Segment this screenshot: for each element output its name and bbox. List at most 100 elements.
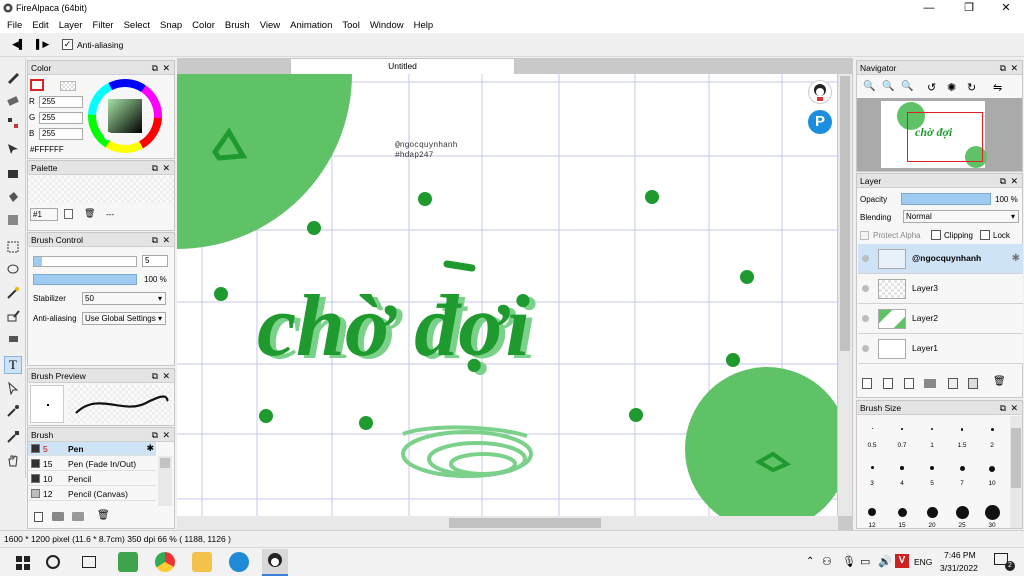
greenshot-app-icon[interactable] bbox=[118, 552, 138, 572]
person-icon[interactable]: ⚇ bbox=[822, 555, 832, 568]
delete-layer-icon[interactable]: 🗑 bbox=[993, 376, 1006, 387]
palette-swatch-area[interactable] bbox=[28, 176, 174, 204]
brush-size-option[interactable]: 30 bbox=[977, 492, 1007, 529]
color-wheel[interactable] bbox=[86, 77, 164, 155]
undock-icon[interactable]: ⧉ bbox=[1000, 61, 1006, 75]
navigator-preview[interactable]: chờ đợi bbox=[857, 98, 1022, 171]
undock-icon[interactable]: ⧉ bbox=[152, 161, 158, 175]
palette-set-select[interactable]: #1 bbox=[30, 208, 58, 221]
language-indicator[interactable]: ENG bbox=[914, 557, 932, 567]
previous-frame-icon[interactable]: ◀▌ bbox=[12, 39, 25, 50]
brush-size-option[interactable]: 0.5 bbox=[857, 416, 887, 452]
bucket-tool-icon[interactable] bbox=[4, 188, 22, 206]
layer-row[interactable]: Layer2 bbox=[858, 304, 1023, 334]
firealpaca-taskbar-icon[interactable] bbox=[262, 549, 288, 576]
menu-animation[interactable]: Animation bbox=[285, 20, 337, 31]
close-panel-icon[interactable]: ✕ bbox=[162, 61, 170, 75]
protect-alpha-checkbox[interactable] bbox=[860, 231, 869, 240]
zoom-in-icon[interactable]: 🔍 bbox=[863, 81, 875, 92]
lasso-tool-icon[interactable] bbox=[4, 261, 22, 279]
brush-size-option[interactable]: 3 bbox=[857, 454, 887, 490]
chrome-icon[interactable] bbox=[155, 552, 175, 572]
brush-item-pen-fade[interactable]: 15 Pen (Fade In/Out) bbox=[28, 457, 156, 471]
r-input[interactable]: 255 bbox=[39, 96, 83, 108]
folder-icon[interactable] bbox=[52, 512, 64, 521]
brush-item-pencil-canvas[interactable]: 12 Pencil (Canvas) bbox=[28, 487, 156, 501]
undock-icon[interactable]: ⧉ bbox=[152, 233, 158, 247]
menu-snap[interactable]: Snap bbox=[155, 20, 187, 31]
brush-item-pen[interactable]: 5 Pen ✱ bbox=[28, 442, 156, 456]
menu-layer[interactable]: Layer bbox=[54, 20, 88, 31]
zoom-reset-icon[interactable]: 🔍 bbox=[901, 81, 913, 92]
brush-size-option[interactable]: 7 bbox=[947, 454, 977, 490]
gear-icon[interactable]: ✱ bbox=[1012, 253, 1020, 264]
brush-size-option[interactable]: 12 bbox=[857, 492, 887, 529]
menu-view[interactable]: View bbox=[255, 20, 285, 31]
close-panel-icon[interactable]: ✕ bbox=[162, 233, 170, 247]
menu-brush[interactable]: Brush bbox=[220, 20, 255, 31]
stabilizer-select[interactable]: 50 ▾ bbox=[82, 292, 166, 305]
brush-size-option[interactable]: 2 bbox=[977, 416, 1007, 452]
network-icon[interactable]: ▭ bbox=[860, 555, 870, 568]
search-icon[interactable] bbox=[46, 555, 60, 569]
layer-row[interactable]: Layer3 bbox=[858, 274, 1023, 304]
new-brush-icon[interactable] bbox=[34, 512, 43, 522]
clock-date[interactable]: 3/31/2022 bbox=[940, 563, 978, 573]
eye-icon[interactable] bbox=[862, 315, 869, 322]
minimize-button[interactable]: — bbox=[910, 0, 948, 17]
task-view-icon[interactable] bbox=[82, 556, 96, 568]
rotate-left-icon[interactable]: ↺ bbox=[927, 81, 936, 94]
next-frame-icon[interactable]: ▌▶ bbox=[36, 39, 49, 50]
antialiasing-checkbox[interactable]: ✓ bbox=[62, 39, 73, 50]
close-panel-icon[interactable]: ✕ bbox=[1010, 401, 1018, 415]
undock-icon[interactable]: ⧉ bbox=[1000, 174, 1006, 188]
brush-antialias-select[interactable]: Use Global Settings ▾ bbox=[82, 312, 166, 325]
menu-filter[interactable]: Filter bbox=[87, 20, 118, 31]
new-folder-icon[interactable] bbox=[924, 379, 936, 388]
alpaca-mascot-icon[interactable] bbox=[808, 80, 832, 104]
brush-size-slider[interactable] bbox=[33, 256, 137, 267]
select-pen-icon[interactable] bbox=[4, 307, 22, 325]
unikey-icon[interactable]: V bbox=[895, 554, 909, 568]
clipping-checkbox[interactable] bbox=[931, 230, 941, 240]
fill-rect-tool-icon[interactable] bbox=[4, 165, 22, 183]
eye-icon[interactable] bbox=[862, 285, 869, 292]
canvas-vertical-scrollbar[interactable] bbox=[838, 74, 852, 516]
brush-size-option[interactable]: 1.5 bbox=[947, 416, 977, 452]
gear-icon[interactable]: ✱ bbox=[146, 443, 154, 454]
menu-color[interactable]: Color bbox=[187, 20, 220, 31]
layer-row[interactable]: Layer1 bbox=[858, 334, 1023, 364]
edge-icon[interactable] bbox=[229, 552, 249, 572]
canvas-horizontal-scrollbar[interactable] bbox=[177, 516, 838, 530]
transparent-color-swatch[interactable] bbox=[60, 81, 76, 91]
clock-time[interactable]: 7:46 PM bbox=[944, 550, 976, 560]
brush-size-option[interactable]: 1 bbox=[917, 416, 947, 452]
brush-size-option[interactable]: 15 bbox=[887, 492, 917, 529]
layer-row[interactable]: @ngocquynhanh ✱ bbox=[858, 244, 1023, 274]
dot-tool-icon[interactable] bbox=[4, 114, 22, 132]
menu-window[interactable]: Window bbox=[365, 20, 409, 31]
eye-icon[interactable] bbox=[862, 345, 869, 352]
windows-start-icon[interactable] bbox=[16, 556, 30, 570]
rotate-right-icon[interactable]: ↻ bbox=[967, 81, 976, 94]
brush-size-option[interactable]: 20 bbox=[917, 492, 947, 529]
close-panel-icon[interactable]: ✕ bbox=[1010, 61, 1018, 75]
layer-opacity-slider[interactable] bbox=[901, 193, 991, 205]
brush-size-option[interactable]: 10 bbox=[977, 454, 1007, 490]
select-eraser-icon[interactable] bbox=[4, 330, 22, 348]
operation-tool-icon[interactable] bbox=[4, 379, 22, 397]
new-layer-icon[interactable] bbox=[862, 378, 872, 389]
file-explorer-icon[interactable] bbox=[192, 552, 212, 572]
merge-layer-icon[interactable] bbox=[968, 378, 978, 389]
folder-add-icon[interactable] bbox=[72, 512, 84, 521]
undock-icon[interactable]: ⧉ bbox=[152, 61, 158, 75]
eyedropper2-tool-icon[interactable] bbox=[4, 428, 22, 446]
microphone-icon[interactable]: 🎙 bbox=[842, 555, 856, 568]
close-panel-icon[interactable]: ✕ bbox=[1010, 174, 1018, 188]
undock-icon[interactable]: ⧉ bbox=[152, 428, 158, 442]
gradient-tool-icon[interactable] bbox=[4, 211, 22, 229]
g-input[interactable]: 255 bbox=[39, 112, 83, 124]
zoom-out-icon[interactable]: 🔍 bbox=[882, 81, 894, 92]
hex-value[interactable]: #FFFFFF bbox=[30, 145, 64, 154]
eraser-tool-icon[interactable] bbox=[4, 91, 22, 109]
